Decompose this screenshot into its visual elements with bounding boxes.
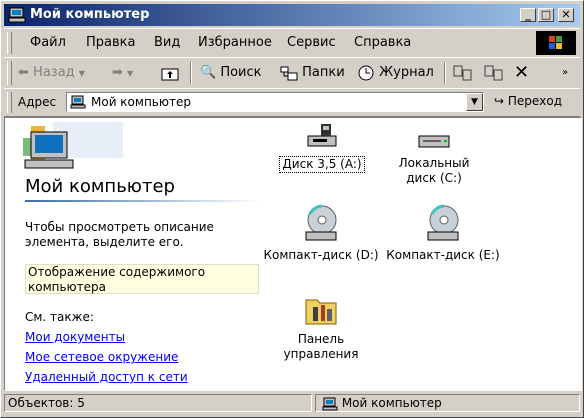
chevron-down-icon: ▼ [127,69,134,78]
link-my-documents[interactable]: Мои документы [25,330,125,344]
menu-favorites[interactable]: Избранное [198,35,272,50]
panel-hint: Отображение содержимого компьютера [25,264,259,294]
cd-drive-icon [305,204,337,241]
history-icon [358,65,374,80]
link-dial-up-networking[interactable]: Удаленный доступ к сети [25,370,188,384]
chevron-down-icon: ▼ [78,69,85,78]
address-input[interactable]: Мой компьютер ▼ [66,92,484,112]
my-computer-banner-icon [23,122,123,169]
windows-logo [536,31,576,55]
go-arrow-icon: ↪ [494,94,505,108]
panel-description: Чтобы просмотреть описание элемента, выд… [25,220,214,249]
chevron-down-icon: ▼ [471,97,478,107]
cd-drive-icon [427,204,459,241]
menu-bar: Файл Правка Вид Избранное Сервис Справка [4,28,580,58]
content-area: Мой компьютер Чтобы просмотреть описание… [4,117,582,391]
delete-button[interactable]: ✕ [514,62,529,84]
history-button[interactable]: Журнал [357,62,434,84]
menu-file[interactable]: Файл [30,35,66,50]
go-button[interactable]: ↪ Переход [494,90,562,112]
address-grip[interactable] [7,92,12,113]
control-panel-item[interactable]: Панель управления [277,294,365,362]
forward-arrow-icon: ➡ [112,65,123,80]
panel-title-divider [25,200,261,202]
back-arrow-icon: ⬅ [18,65,29,80]
toolbar-separator [444,62,446,84]
control-panel-icon [305,299,337,325]
floppy-drive-icon [307,124,337,147]
see-also-label: См. также: [25,310,94,324]
drive-e-item[interactable]: Компакт-диск (E:) [385,204,501,263]
move-to-button[interactable] [453,62,473,84]
drive-e-label: Компакт-диск (E:) [386,248,500,262]
minimize-button[interactable]: _ [520,8,536,22]
drive-d-item[interactable]: Компакт-диск (D:) [263,204,379,263]
folders-button[interactable]: Папки [280,62,345,84]
toolbar-grip[interactable] [7,61,12,85]
copy-to-icon [484,65,503,80]
drive-c-label: Локальный диск (C:) [398,156,470,185]
my-computer-icon [322,397,338,410]
maximize-button[interactable]: □ [538,8,554,22]
forward-button[interactable]: ➡ ▼ [112,62,133,84]
my-computer-icon [70,95,86,109]
info-panel: Мой компьютер Чтобы просмотреть описание… [5,118,265,390]
drive-a-label: Диск 3,5 (A:) [279,156,365,173]
my-computer-icon [8,7,26,23]
drive-a-item[interactable]: Диск 3,5 (A:) [277,122,367,173]
menu-edit[interactable]: Правка [86,35,135,50]
up-folder-button[interactable] [161,62,179,84]
address-value: Мой компьютер [91,95,191,109]
menu-tools[interactable]: Сервис [287,35,336,50]
control-panel-label: Панель управления [283,332,359,361]
copy-to-button[interactable] [484,62,504,84]
chevron-right-icon: » [562,67,569,78]
window-title: Мой компьютер [30,7,150,22]
hard-drive-icon [418,135,450,148]
panel-title: Мой компьютер [25,176,175,197]
explorer-window: Мой компьютер _ □ ✕ Файл Правка Вид Избр… [0,0,584,418]
menu-help[interactable]: Справка [354,35,411,50]
status-location: Мой компьютер [315,394,580,412]
status-bar: Объектов: 5 Мой компьютер [4,393,580,413]
drive-c-item[interactable]: Локальный диск (C:) [388,130,480,186]
address-bar: Адрес Мой компьютер ▼ ↪ Переход [4,88,580,117]
toolbar: ⬅ Назад ▼ ➡ ▼ 🔍 Поиск Папки Журнал ✕ » [4,57,580,89]
search-icon: 🔍 [200,65,217,80]
menu-grip[interactable] [7,32,12,54]
title-bar[interactable]: Мой компьютер _ □ ✕ [4,4,580,26]
link-network-places[interactable]: Мое сетевое окружение [25,350,178,364]
toolbar-overflow-button[interactable]: » [562,62,568,84]
address-label: Адрес [18,95,57,109]
status-object-count: Объектов: 5 [4,394,312,412]
back-button[interactable]: ⬅ Назад ▼ [18,62,85,84]
menu-view[interactable]: Вид [154,35,180,50]
drive-d-label: Компакт-диск (D:) [263,248,379,262]
toolbar-separator [190,62,192,84]
close-button[interactable]: ✕ [558,8,574,22]
address-dropdown-button[interactable]: ▼ [466,93,483,111]
move-to-icon [453,65,472,80]
delete-icon: ✕ [514,62,530,83]
up-folder-icon [161,68,179,80]
search-button[interactable]: 🔍 Поиск [200,62,262,84]
folders-icon [280,66,298,80]
